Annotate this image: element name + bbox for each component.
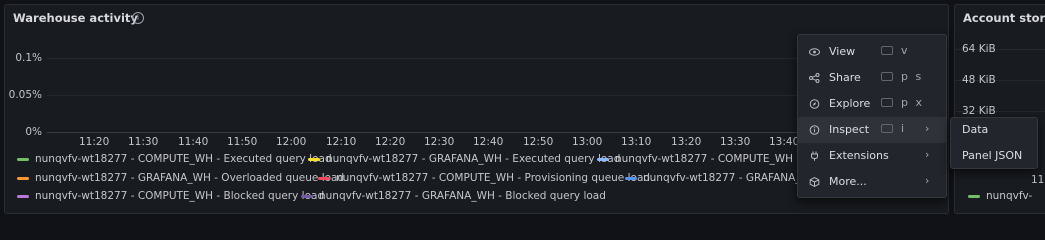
legend-label: nunqvfv- [986,190,1033,202]
y-tick-label: 48 KiB [962,74,996,86]
legend-swatch [301,194,313,198]
menu-item-extensions[interactable]: Extensions › [798,143,946,169]
legend-label: nunqvfv-wt18277 - COMPUTE_WH - Executed … [35,153,332,165]
x-tick-label: 12:30 [424,136,455,148]
x-tick-label: 13:20 [671,136,702,148]
x-tick-label: 13:10 [621,136,652,148]
legend-swatch [625,176,637,180]
legend-swatch [17,194,29,198]
legend-item[interactable]: nunqvfv-wt18277 - COMPUTE_WH - Executed … [17,153,332,165]
x-tick-label: 12:10 [326,136,357,148]
x-tick-label: 11:30 [128,136,159,148]
info-icon [809,125,820,135]
legend-item[interactable]: nunqvfv-wt18277 - COMPUTE_WH - Blocked q… [17,190,324,202]
x-tick-label: 13:00 [572,136,603,148]
legend-swatch [17,157,29,161]
keyboard-icon [881,72,893,81]
inspect-submenu: Data Panel JSON [950,117,1038,169]
legend-swatch [308,157,320,161]
chevron-right-icon: › [925,174,930,187]
legend-label: nunqvfv-wt18277 - COMPUTE_WH - Ov [615,153,819,165]
legend-item[interactable]: nunqvfv-wt18277 - COMPUTE_WH - Ov [597,153,818,165]
legend-swatch [318,176,330,180]
legend-item[interactable]: nunqvfv-wt18277 - GRAFANA_WH - Overloade… [17,172,344,184]
x-tick-label: 11: [1031,174,1045,186]
legend-swatch [17,176,29,180]
menu-shortcut: p x [901,96,924,109]
legend-item[interactable]: nunqvfv-wt18277 - GRAFANA_WH - Executed … [308,153,620,165]
menu-item-share[interactable]: Share p s [798,65,946,91]
info-icon[interactable]: i [132,12,144,24]
menu-label: Inspect [829,123,870,136]
x-tick-label: 12:40 [473,136,504,148]
x-tick-label: 12:50 [523,136,554,148]
menu-shortcut: v [901,44,910,57]
submenu-item-panel-json[interactable]: Panel JSON [962,149,1022,162]
panel-context-menu: View v Share p s Explore p x Inspect i ›… [797,34,947,198]
legend-label: nunqvfv-wt18277 - COMPUTE_WH - Blocked q… [35,190,325,202]
legend-item[interactable]: nunqvfv- [968,190,1032,202]
menu-label: View [829,45,856,58]
x-tick-label: 12:00 [276,136,307,148]
chevron-right-icon: › [925,148,930,161]
legend-label: nunqvfv-wt18277 - GRAFANA_WH - Overloade… [35,172,345,184]
legend-label: nunqvfv-wt18277 - GRAFANA_WH - Blocked q… [319,190,606,202]
x-tick-label: 13:40 [769,136,800,148]
y-tick-label: 0.1% [15,52,42,64]
menu-shortcut: p s [901,70,924,83]
legend-label: nunqvfv-wt18277 - COMPUTE_WH - Provision… [336,172,651,184]
y-tick-label: 0% [25,126,42,138]
y-tick-label: 0.05% [8,89,42,101]
menu-item-explore[interactable]: Explore p x [798,91,946,117]
panel-title[interactable]: Warehouse activity [13,11,138,25]
share-icon [809,73,820,83]
account-storage-panel: Account storag 64 KiB 48 KiB 32 KiB 11: … [954,4,1045,214]
menu-label: More... [829,175,867,188]
submenu-item-data[interactable]: Data [962,123,988,136]
x-tick-label: 12:20 [375,136,406,148]
keyboard-icon [881,124,893,133]
plug-icon [809,151,819,161]
legend-item[interactable]: nunqvfv-wt18277 - GRAFANA_WH - Blocked q… [301,190,606,202]
legend-swatch [597,157,609,161]
x-tick-label: 13:30 [720,136,751,148]
eye-icon [809,47,820,57]
menu-label: Explore [829,97,871,110]
menu-item-view[interactable]: View v [798,39,946,65]
x-tick-label: 11:50 [227,136,258,148]
compass-icon [809,99,820,109]
chevron-right-icon: › [925,122,930,135]
x-tick-label: 11:40 [178,136,209,148]
menu-label: Extensions [829,149,889,162]
cube-icon [809,177,820,187]
keyboard-icon [881,98,893,107]
panel-title[interactable]: Account storag [963,11,1045,25]
legend-item[interactable]: nunqvfv-wt18277 - GRAFANA_WH - [625,172,826,184]
menu-label: Share [829,71,861,84]
legend-item[interactable]: nunqvfv-wt18277 - COMPUTE_WH - Provision… [318,172,650,184]
y-tick-label: 32 KiB [962,105,996,117]
legend-swatch [968,194,980,198]
y-tick-label: 64 KiB [962,43,996,55]
menu-shortcut: i [901,122,907,135]
menu-item-inspect[interactable]: Inspect i › [798,117,946,143]
keyboard-icon [881,46,893,55]
legend-label: nunqvfv-wt18277 - GRAFANA_WH - Executed … [326,153,621,165]
x-tick-label: 11:20 [79,136,110,148]
menu-item-more[interactable]: More... › [798,169,946,195]
